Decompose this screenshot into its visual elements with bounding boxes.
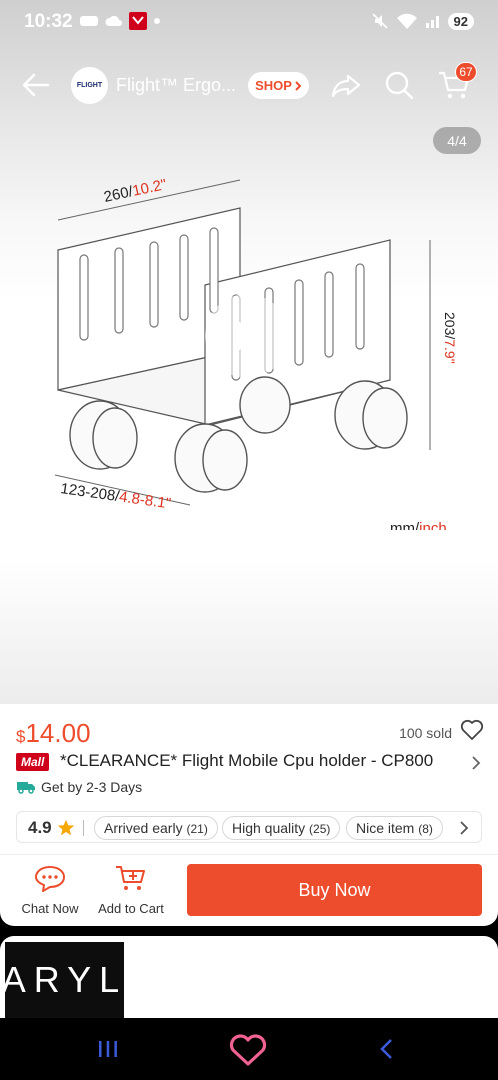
- chevron-right-icon: [295, 80, 302, 91]
- rating-value: 4.9: [28, 818, 52, 837]
- divider: [0, 854, 498, 855]
- review-tag-label: Arrived early: [104, 820, 183, 836]
- review-tag-count: (21): [186, 822, 208, 836]
- app-notification-icon: [129, 12, 147, 30]
- width-dimension-mm: 260/: [102, 183, 135, 206]
- top-navigation: FLIGHT Flight™ Ergo... SHOP 67: [0, 62, 498, 108]
- adjust-dimension-inch: 4.8-8.1": [118, 488, 172, 512]
- cloud-icon: [105, 15, 122, 26]
- system-navigation-bar: [0, 1018, 498, 1080]
- store-logo[interactable]: FLIGHT: [71, 67, 108, 104]
- add-cart-icon: [116, 866, 145, 890]
- promo-banner[interactable]: ARYL: [1, 942, 128, 1018]
- product-price: $14.00: [16, 718, 91, 749]
- dot-icon: [154, 18, 160, 24]
- delivery-estimate[interactable]: Get by 2-3 Days: [16, 779, 142, 795]
- width-dimension-inch: 10.2": [131, 176, 168, 200]
- battery-indicator: 92: [447, 12, 474, 30]
- mall-badge: Mall: [16, 753, 50, 771]
- delivery-text: Get by 2-3 Days: [41, 779, 143, 795]
- adjust-dimension-mm: 123-208/: [59, 480, 121, 505]
- star-icon: [57, 819, 75, 836]
- message-icon: [80, 16, 98, 26]
- heart-icon[interactable]: [460, 719, 484, 741]
- signal-icon: [425, 16, 439, 28]
- width-dimension-label: 260/10.2": [102, 176, 168, 206]
- adjust-dimension-label: 123-208/4.8-8.1": [59, 480, 172, 512]
- status-time: 10:32: [24, 11, 73, 32]
- divider: [83, 820, 84, 836]
- units-inch: inch: [419, 520, 447, 530]
- review-tag-count: (8): [418, 822, 433, 836]
- sold-count: 100 sold: [399, 725, 452, 741]
- recent-apps-icon[interactable]: [96, 1038, 120, 1060]
- cart-count-badge: 67: [455, 62, 477, 82]
- height-dimension-mm: 203/: [442, 312, 458, 339]
- units-mm: mm/: [390, 520, 420, 530]
- play-video-button[interactable]: [205, 294, 289, 378]
- add-to-cart-button[interactable]: Add to Cart: [92, 864, 170, 920]
- promo-brand: ARYL: [1, 959, 128, 1000]
- chat-now-label: Chat Now: [21, 901, 79, 916]
- shop-button-label: SHOP: [255, 78, 292, 93]
- home-heart-icon[interactable]: [228, 1033, 268, 1067]
- review-summary[interactable]: 4.9 Arrived early (21) High quality (25)…: [16, 811, 482, 843]
- product-title[interactable]: *CLEARANCE* Flight Mobile Cpu holder - C…: [60, 751, 433, 771]
- chevron-right-icon: [460, 821, 469, 835]
- height-dimension-label: 203/7.9": [442, 312, 458, 364]
- review-tag-label: High quality: [232, 820, 306, 836]
- shop-button[interactable]: SHOP: [248, 72, 309, 99]
- search-icon[interactable]: [383, 70, 415, 100]
- price-value: 14.00: [25, 718, 91, 748]
- mute-icon: [371, 13, 388, 29]
- units-label: mm/inch: [390, 520, 447, 530]
- play-icon: [233, 318, 263, 354]
- store-name[interactable]: Flight™ Ergo...: [116, 75, 236, 96]
- delivery-truck-icon: [17, 782, 35, 794]
- chevron-right-icon[interactable]: [470, 755, 482, 771]
- image-counter: 4/4: [433, 127, 481, 154]
- buy-now-label: Buy Now: [298, 879, 371, 900]
- chat-now-button[interactable]: Chat Now: [12, 864, 88, 920]
- share-icon[interactable]: [330, 70, 362, 100]
- review-tag[interactable]: Nice item (8): [346, 816, 443, 840]
- add-to-cart-label: Add to Cart: [98, 901, 164, 916]
- product-image-gallery[interactable]: 10:32 92 FLIGHT Flight™ Ergo... SHOP 67 …: [0, 0, 498, 706]
- review-tag[interactable]: High quality (25): [222, 816, 341, 840]
- review-tag-label: Nice item: [356, 820, 415, 836]
- review-tag[interactable]: Arrived early (21): [94, 816, 218, 840]
- wifi-icon: [396, 13, 417, 29]
- back-chevron-icon[interactable]: [378, 1038, 396, 1060]
- review-tag-count: (25): [309, 822, 331, 836]
- chat-icon: [35, 866, 65, 892]
- screen: 10:32 92 FLIGHT Flight™ Ergo... SHOP 67 …: [0, 0, 498, 1080]
- back-arrow-icon[interactable]: [20, 70, 52, 100]
- product-info-card: $14.00 100 sold Mall *CLEARANCE* Flight …: [0, 704, 498, 926]
- height-dimension-inch: 7.9": [442, 339, 458, 363]
- buy-now-button[interactable]: Buy Now: [187, 864, 482, 916]
- status-bar: 10:32 92: [0, 0, 498, 44]
